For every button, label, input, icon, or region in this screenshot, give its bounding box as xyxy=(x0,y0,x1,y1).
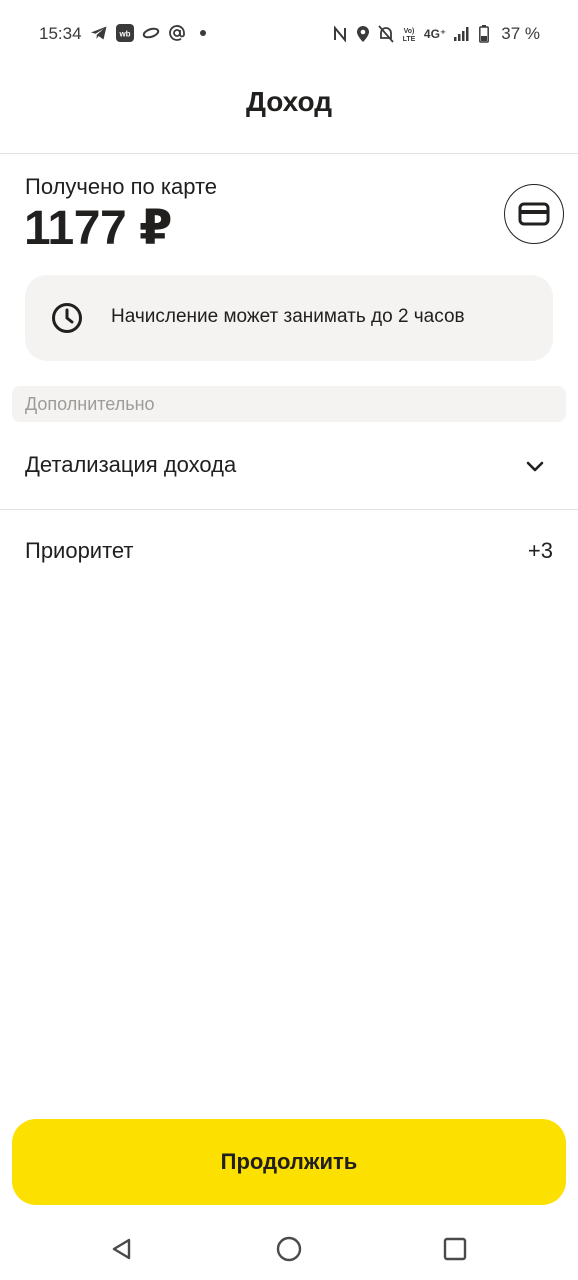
info-text: Начисление может занимать до 2 часов xyxy=(111,306,465,327)
credit-card-icon xyxy=(518,202,550,226)
bell-off-icon xyxy=(378,25,394,43)
at-icon xyxy=(168,24,186,42)
telegram-icon xyxy=(90,24,108,42)
svg-text:LTE: LTE xyxy=(403,36,416,42)
location-icon xyxy=(355,25,371,43)
home-circle-icon xyxy=(275,1235,303,1263)
wb-icon: wb xyxy=(116,24,134,42)
volte-icon: Vo) LTE xyxy=(401,25,417,43)
page-title: Доход xyxy=(245,86,333,117)
income-details-label: Детализация дохода xyxy=(25,452,237,477)
priority-value: +3 xyxy=(527,538,553,563)
signal-icon xyxy=(453,25,469,43)
recents-square-icon xyxy=(442,1236,468,1262)
income-details-row[interactable]: Детализация дохода xyxy=(0,424,578,509)
card-button[interactable] xyxy=(504,184,564,244)
system-nav-bar xyxy=(0,1215,578,1280)
nfc-icon xyxy=(332,25,348,43)
continue-button[interactable]: Продолжить xyxy=(12,1119,566,1205)
section-title: Дополнительно xyxy=(25,394,155,414)
info-panel: Начисление может занимать до 2 часов xyxy=(25,275,553,361)
status-notification-icons: wb xyxy=(90,24,212,42)
nav-home-button[interactable] xyxy=(275,1235,303,1263)
status-system-icons: Vo) LTE 4G⁺ 37 % xyxy=(332,24,540,44)
continue-label: Продолжить xyxy=(220,1149,358,1174)
clock-icon xyxy=(51,302,83,334)
svg-text:wb: wb xyxy=(118,30,130,39)
battery-level: 37 % xyxy=(501,24,540,43)
nav-back-button[interactable] xyxy=(108,1235,136,1263)
priority-label: Приоритет xyxy=(25,538,134,563)
income-amount: 1177 ₽ xyxy=(24,202,172,255)
status-time: 15:34 xyxy=(39,24,82,43)
network-type: 4G⁺ xyxy=(423,27,447,41)
ring-icon xyxy=(142,24,160,42)
income-label: Получено по карте xyxy=(25,174,218,199)
section-header: Дополнительно xyxy=(12,386,566,422)
header-divider xyxy=(0,153,578,154)
battery-icon xyxy=(476,25,492,43)
priority-row: Приоритет +3 xyxy=(0,510,578,592)
chevron-down-icon xyxy=(524,456,546,478)
dot-icon xyxy=(194,24,212,42)
nav-recents-button[interactable] xyxy=(441,1235,469,1263)
status-bar: 15:34 wb Vo) LTE 4G⁺ 37 % xyxy=(0,0,578,70)
back-triangle-icon xyxy=(110,1237,134,1261)
svg-text:Vo): Vo) xyxy=(404,28,415,35)
